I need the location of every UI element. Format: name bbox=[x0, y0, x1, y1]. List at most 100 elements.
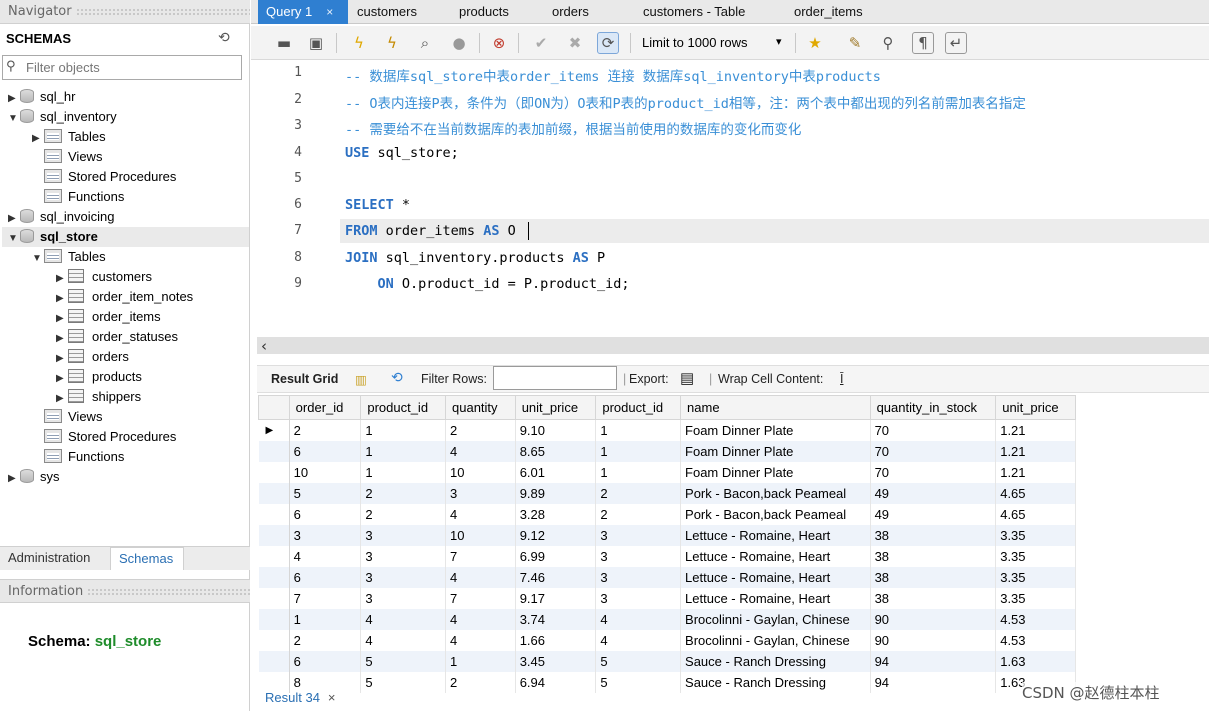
expand-icon[interactable]: ▶ bbox=[56, 349, 68, 369]
table-cell[interactable]: 3.35 bbox=[995, 524, 1076, 546]
table-cell[interactable]: 3 bbox=[595, 545, 682, 567]
row-marker[interactable] bbox=[258, 482, 290, 504]
column-header[interactable]: product_id bbox=[595, 395, 682, 420]
table-cell[interactable]: 4.65 bbox=[995, 482, 1076, 504]
table-cell[interactable]: 1 bbox=[360, 440, 447, 462]
table-cell[interactable]: 3 bbox=[595, 524, 682, 546]
table-cell[interactable]: 5 bbox=[360, 650, 447, 672]
tab-query-1[interactable]: Query 1 × bbox=[258, 0, 348, 24]
collapse-icon[interactable]: ▼ bbox=[8, 109, 20, 129]
table-cell[interactable]: 2 bbox=[445, 419, 516, 441]
table-cell[interactable]: 1.66 bbox=[515, 629, 597, 651]
table-cell[interactable]: 5 bbox=[360, 671, 447, 693]
table-cell[interactable]: 1 bbox=[595, 461, 682, 483]
table-cell[interactable]: Foam Dinner Plate bbox=[680, 461, 871, 483]
scroll-left-icon[interactable]: ‹ bbox=[261, 337, 267, 355]
expand-icon[interactable]: ▶ bbox=[8, 89, 20, 109]
table-customers[interactable]: ▶ customers bbox=[56, 267, 152, 287]
beautify-icon[interactable]: ✎ bbox=[844, 32, 866, 54]
schema-sql-hr[interactable]: ▶ sql_hr bbox=[8, 87, 75, 107]
grid-view-icon[interactable]: ▥ bbox=[355, 372, 367, 387]
inventory-procedures-folder[interactable]: Stored Procedures bbox=[44, 167, 176, 187]
table-cell[interactable]: 4 bbox=[445, 608, 516, 630]
row-marker[interactable] bbox=[258, 587, 290, 609]
store-tables-folder[interactable]: ▼ Tables bbox=[32, 247, 106, 267]
table-cell[interactable]: 70 bbox=[870, 440, 997, 462]
table-cell[interactable]: 49 bbox=[870, 482, 997, 504]
table-shippers[interactable]: ▶ shippers bbox=[56, 387, 141, 407]
store-views-folder[interactable]: Views bbox=[44, 407, 102, 427]
refresh-rows-icon[interactable]: ⟲ bbox=[391, 369, 403, 386]
inventory-functions-folder[interactable]: Functions bbox=[44, 187, 124, 207]
table-cell[interactable]: Brocolinni - Gaylan, Chinese bbox=[680, 629, 871, 651]
column-header[interactable]: product_id bbox=[360, 395, 447, 420]
table-cell[interactable]: 10 bbox=[445, 461, 516, 483]
table-cell[interactable]: 49 bbox=[870, 503, 997, 525]
table-cell[interactable]: 1 bbox=[595, 440, 682, 462]
table-cell[interactable]: 38 bbox=[870, 545, 997, 567]
schema-sql-store[interactable]: ▼ sql_store bbox=[2, 227, 249, 247]
table-cell[interactable]: 6.94 bbox=[515, 671, 597, 693]
refresh-icon[interactable]: ⟲ bbox=[218, 30, 230, 46]
table-cell[interactable]: 9.89 bbox=[515, 482, 597, 504]
column-header[interactable]: quantity_in_stock bbox=[869, 395, 997, 420]
column-header[interactable]: name bbox=[680, 395, 871, 420]
table-cell[interactable]: 3 bbox=[595, 566, 682, 588]
table-cell[interactable]: Pork - Bacon,back Peameal bbox=[680, 482, 871, 504]
table-cell[interactable]: 2 bbox=[445, 671, 516, 693]
table-cell[interactable]: 1 bbox=[445, 650, 516, 672]
table-cell[interactable]: 2 bbox=[595, 482, 682, 504]
table-cell[interactable]: 4.53 bbox=[995, 629, 1076, 651]
column-header[interactable]: unit_price bbox=[514, 395, 597, 420]
table-cell[interactable]: 3 bbox=[360, 587, 447, 609]
expand-icon[interactable]: ▶ bbox=[56, 389, 68, 409]
table-cell[interactable]: 4 bbox=[360, 629, 447, 651]
close-icon[interactable]: × bbox=[328, 690, 336, 705]
table-cell[interactable]: Sauce - Ranch Dressing bbox=[680, 650, 871, 672]
table-cell[interactable]: 3.45 bbox=[515, 650, 597, 672]
toggle-error-icon[interactable]: ⊗ bbox=[488, 32, 510, 54]
table-row[interactable]: 7 3 7 9.17 3 Lettuce - Romaine, Heart 38 3.35 bbox=[258, 587, 1076, 609]
export-icon[interactable]: ▤ bbox=[680, 369, 694, 387]
schema-sql-invoicing[interactable]: ▶ sql_invoicing bbox=[8, 207, 114, 227]
explain-icon[interactable]: ⌕ bbox=[414, 32, 436, 54]
table-cell[interactable]: 4 bbox=[445, 440, 516, 462]
table-cell[interactable]: 10 bbox=[289, 461, 362, 483]
table-row[interactable]: ▶ 2 1 2 9.10 1 Foam Dinner Plate 70 1.21 bbox=[258, 419, 1076, 441]
tab-schemas[interactable]: Schemas bbox=[110, 547, 184, 570]
table-cell[interactable]: Sauce - Ranch Dressing bbox=[680, 671, 871, 693]
table-cell[interactable]: 6 bbox=[289, 650, 362, 672]
table-cell[interactable]: 4 bbox=[289, 545, 362, 567]
row-marker[interactable] bbox=[258, 566, 290, 588]
table-row[interactable]: 5 2 3 9.89 2 Pork - Bacon,back Peameal 49 4.65 bbox=[258, 482, 1076, 504]
save-icon[interactable]: ▣ bbox=[305, 32, 327, 54]
table-cell[interactable]: 3.35 bbox=[995, 545, 1076, 567]
wrap-lines-icon[interactable]: ↵ bbox=[945, 32, 967, 54]
table-cell[interactable]: 7 bbox=[445, 545, 516, 567]
table-cell[interactable]: 6.99 bbox=[515, 545, 597, 567]
table-cell[interactable]: 4 bbox=[445, 566, 516, 588]
wrap-toggle-icon[interactable]: Ī bbox=[840, 372, 843, 386]
bookmark-star-icon[interactable]: ★ bbox=[804, 32, 826, 54]
table-row[interactable]: 6 3 4 7.46 3 Lettuce - Romaine, Heart 38 3.35 bbox=[258, 566, 1076, 588]
row-marker[interactable] bbox=[258, 650, 290, 672]
column-header[interactable]: unit_price bbox=[995, 395, 1076, 420]
schema-sys[interactable]: ▶ sys bbox=[8, 467, 60, 487]
table-cell[interactable]: 38 bbox=[870, 566, 997, 588]
table-cell[interactable]: 9.10 bbox=[515, 419, 597, 441]
table-cell[interactable]: 6 bbox=[289, 566, 362, 588]
table-cell[interactable]: 94 bbox=[870, 671, 997, 693]
table-cell[interactable]: 9.12 bbox=[515, 524, 597, 546]
expand-icon[interactable]: ▶ bbox=[8, 469, 20, 489]
expand-icon[interactable]: ▶ bbox=[32, 129, 44, 149]
table-cell[interactable]: 8.65 bbox=[515, 440, 597, 462]
store-functions-folder[interactable]: Functions bbox=[44, 447, 124, 467]
table-cell[interactable]: Pork - Bacon,back Peameal bbox=[680, 503, 871, 525]
tab-customers-table[interactable]: customers - Table bbox=[643, 0, 745, 24]
row-marker[interactable] bbox=[258, 440, 290, 462]
chevron-down-icon[interactable]: ▾ bbox=[776, 35, 782, 48]
table-cell[interactable]: 2 bbox=[289, 419, 362, 441]
close-icon[interactable]: × bbox=[326, 5, 333, 19]
table-cell[interactable]: 3.28 bbox=[515, 503, 597, 525]
table-cell[interactable]: 4.53 bbox=[995, 608, 1076, 630]
